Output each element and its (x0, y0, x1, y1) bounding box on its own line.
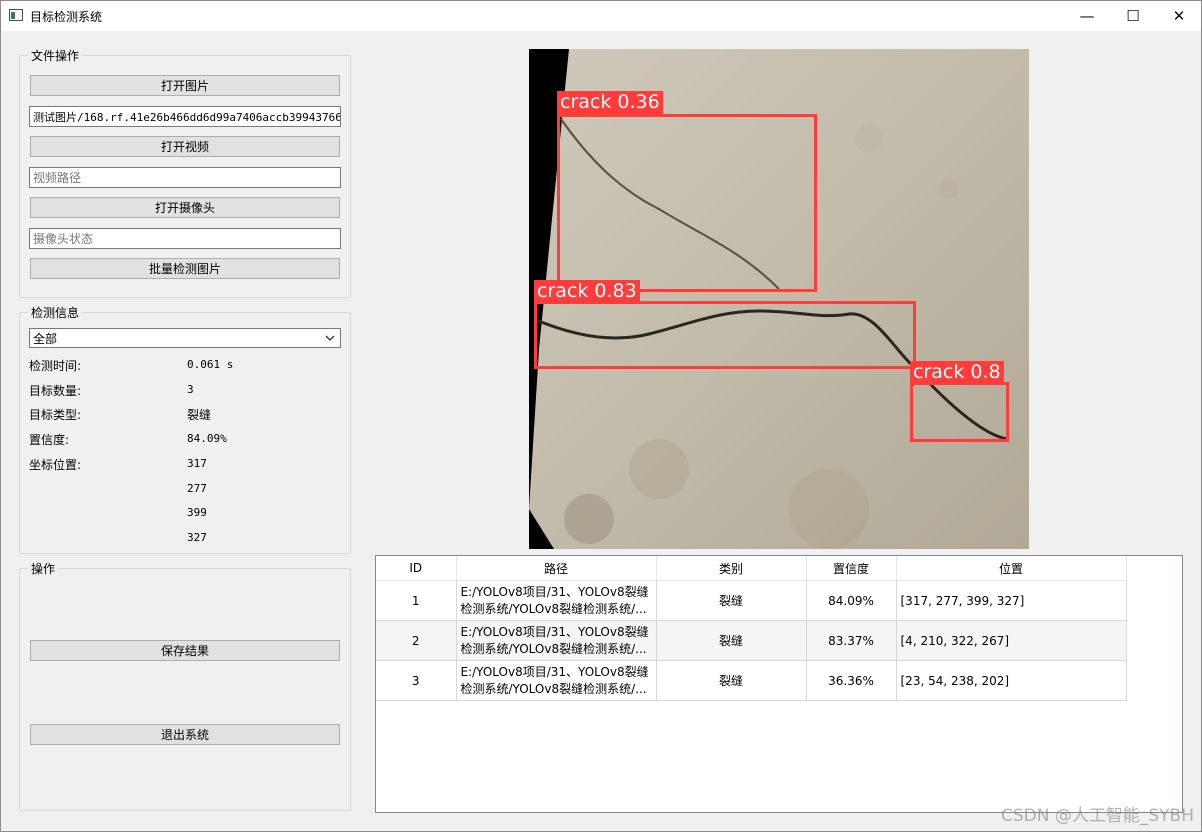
open-image-button[interactable]: 打开图片 (30, 75, 340, 96)
cell-path-line2: 检测系统/YOLOv8裂缝检测系统/... (460, 641, 647, 656)
cell-class: 裂缝 (656, 580, 807, 621)
cell-id: 2 (376, 620, 457, 661)
position-xmax: 399 (187, 506, 207, 519)
results-grid: ID 路径 类别 置信度 位置 1 E:/YOLOv8项目/31、YOLOv8裂… (376, 556, 1127, 701)
target-filter-select[interactable]: 全部 (29, 328, 341, 348)
detection-label: crack 0.36 (557, 91, 663, 114)
cell-id: 3 (376, 660, 457, 701)
target-count-label: 目标数量: (29, 384, 82, 398)
cell-path-line1: E:/YOLOv8项目/31、YOLOv8裂缝 (460, 584, 649, 599)
file-ops-title: 文件操作 (28, 47, 83, 64)
position-label: 坐标位置: (29, 458, 82, 472)
target-filter-value: 全部 (33, 331, 58, 346)
detect-time-value: 0.061 s (187, 358, 234, 371)
bounding-box-layer: crack 0.36 crack 0.83 crack 0.8 (529, 49, 1029, 549)
table-row[interactable]: 2 E:/YOLOv8项目/31、YOLOv8裂缝 检测系统/YOLOv8裂缝检测… (376, 620, 1127, 661)
save-results-button[interactable]: 保存结果 (30, 640, 340, 661)
minimize-icon[interactable]: — (1064, 0, 1110, 31)
target-type-value: 裂缝 (187, 408, 212, 422)
image-path-field[interactable]: 测试图片/168.rf.41e26b466dd6d99a7406accb3994… (29, 106, 341, 127)
detection-box (910, 382, 1009, 442)
detection-label: crack 0.8 (910, 361, 1004, 384)
cell-confidence: 84.09% (806, 580, 897, 621)
close-icon[interactable]: ✕ (1156, 0, 1202, 31)
confidence-label: 置信度: (29, 433, 70, 447)
window-title: 目标检测系统 (30, 10, 103, 24)
operations-title: 操作 (28, 560, 59, 577)
target-count-value: 3 (187, 383, 194, 396)
column-header-confidence[interactable]: 置信度 (806, 556, 897, 581)
cell-path: E:/YOLOv8项目/31、YOLOv8裂缝 检测系统/YOLOv8裂缝检测系统… (456, 620, 657, 661)
column-header-path[interactable]: 路径 (456, 556, 657, 581)
cell-position: [4, 210, 322, 267] (896, 620, 1127, 661)
maximize-icon[interactable]: ☐ (1110, 0, 1156, 31)
detection-image: crack 0.36 crack 0.83 crack 0.8 (529, 49, 1029, 549)
open-video-button[interactable]: 打开视频 (30, 136, 340, 157)
cell-path-line2: 检测系统/YOLOv8裂缝检测系统/... (460, 601, 647, 616)
video-path-field[interactable]: 视频路径 (29, 167, 341, 188)
cell-class: 裂缝 (656, 660, 807, 701)
column-header-class[interactable]: 类别 (656, 556, 807, 581)
table-header-row: ID 路径 类别 置信度 位置 (376, 556, 1127, 581)
cell-path-line2: 检测系统/YOLOv8裂缝检测系统/... (460, 681, 647, 696)
cell-path: E:/YOLOv8项目/31、YOLOv8裂缝 检测系统/YOLOv8裂缝检测系统… (456, 580, 657, 621)
table-row[interactable]: 1 E:/YOLOv8项目/31、YOLOv8裂缝 检测系统/YOLOv8裂缝检测… (376, 580, 1127, 621)
detection-label: crack 0.83 (534, 280, 640, 303)
chevron-down-icon (325, 335, 335, 341)
detection-box (557, 114, 817, 292)
column-header-id[interactable]: ID (376, 556, 457, 581)
exit-system-button[interactable]: 退出系统 (30, 724, 340, 745)
watermark: CSDN @人工智能_SYBH (1001, 806, 1194, 826)
position-ymin: 277 (187, 482, 207, 495)
cell-id: 1 (376, 580, 457, 621)
cell-position: [317, 277, 399, 327] (896, 580, 1127, 621)
cell-path-line1: E:/YOLOv8项目/31、YOLOv8裂缝 (460, 664, 649, 679)
batch-detect-button[interactable]: 批量检测图片 (30, 258, 340, 279)
cell-path-line1: E:/YOLOv8项目/31、YOLOv8裂缝 (460, 624, 649, 639)
confidence-value: 84.09% (187, 432, 227, 445)
position-xmin: 317 (187, 457, 207, 470)
cell-position: [23, 54, 238, 202] (896, 660, 1127, 701)
app-icon (9, 9, 23, 21)
detect-info-title: 检测信息 (28, 304, 83, 321)
target-type-label: 目标类型: (29, 408, 82, 422)
position-ymax: 327 (187, 531, 207, 544)
table-row[interactable]: 3 E:/YOLOv8项目/31、YOLOv8裂缝 检测系统/YOLOv8裂缝检测… (376, 660, 1127, 701)
title-bar: 目标检测系统 — ☐ ✕ (0, 0, 1202, 31)
camera-status-field[interactable]: 摄像头状态 (29, 228, 341, 249)
open-camera-button[interactable]: 打开摄像头 (30, 197, 340, 218)
operations-group: 操作 (19, 560, 351, 811)
results-table[interactable]: ID 路径 类别 置信度 位置 1 E:/YOLOv8项目/31、YOLOv8裂… (375, 555, 1183, 813)
cell-path: E:/YOLOv8项目/31、YOLOv8裂缝 检测系统/YOLOv8裂缝检测系统… (456, 660, 657, 701)
column-header-position[interactable]: 位置 (896, 556, 1127, 581)
cell-class: 裂缝 (656, 620, 807, 661)
detection-box (534, 301, 916, 369)
cell-confidence: 36.36% (806, 660, 897, 701)
detect-time-label: 检测时间: (29, 359, 82, 373)
cell-confidence: 83.37% (806, 620, 897, 661)
